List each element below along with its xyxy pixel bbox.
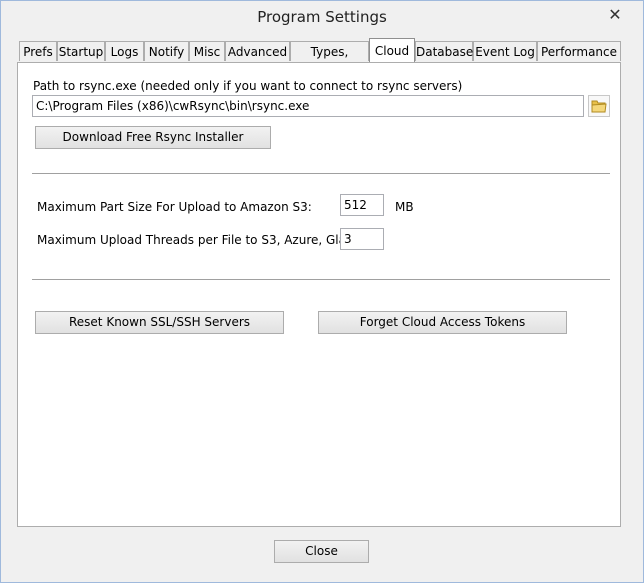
tab-logs[interactable]: Logs <box>105 41 144 61</box>
download-rsync-installer-button[interactable]: Download Free Rsync Installer <box>35 126 271 149</box>
rsync-path-label: Path to rsync.exe (needed only if you wa… <box>33 79 463 93</box>
tab-event-log[interactable]: Event Log <box>473 41 537 61</box>
max-part-size-unit: MB <box>395 200 414 214</box>
program-settings-window: Program Settings ✕ Prefs Startup Logs No… <box>0 0 644 583</box>
tab-types-limits[interactable]: Types, Limits <box>290 41 369 79</box>
window-close-icon[interactable]: ✕ <box>603 4 627 26</box>
separator <box>32 279 610 281</box>
tab-misc[interactable]: Misc <box>189 41 225 61</box>
tab-cloud[interactable]: Cloud <box>369 38 415 62</box>
max-upload-threads-label: Maximum Upload Threads per File to S3, A… <box>37 233 373 247</box>
browse-folder-button[interactable] <box>588 95 610 117</box>
reset-known-servers-button[interactable]: Reset Known SSL/SSH Servers <box>35 311 284 334</box>
max-part-size-label: Maximum Part Size For Upload to Amazon S… <box>37 200 312 214</box>
cloud-tab-panel: Path to rsync.exe (needed only if you wa… <box>17 62 621 527</box>
max-upload-threads-input[interactable]: 3 <box>340 228 384 250</box>
forget-cloud-tokens-button[interactable]: Forget Cloud Access Tokens <box>318 311 567 334</box>
max-part-size-input[interactable]: 512 <box>340 194 384 216</box>
tab-notify[interactable]: Notify <box>144 41 189 61</box>
title-bar: Program Settings ✕ <box>1 1 643 34</box>
separator <box>32 173 610 175</box>
close-button[interactable]: Close <box>274 540 369 563</box>
folder-icon <box>591 100 607 113</box>
tab-performance[interactable]: Performance <box>537 41 621 61</box>
tab-startup[interactable]: Startup <box>57 41 105 61</box>
rsync-path-field[interactable]: C:\Program Files (x86)\cwRsync\bin\rsync… <box>32 95 584 117</box>
tab-advanced[interactable]: Advanced <box>225 41 290 61</box>
window-title: Program Settings <box>257 8 387 26</box>
tab-prefs[interactable]: Prefs <box>19 41 57 61</box>
tab-database[interactable]: Database <box>415 41 473 61</box>
